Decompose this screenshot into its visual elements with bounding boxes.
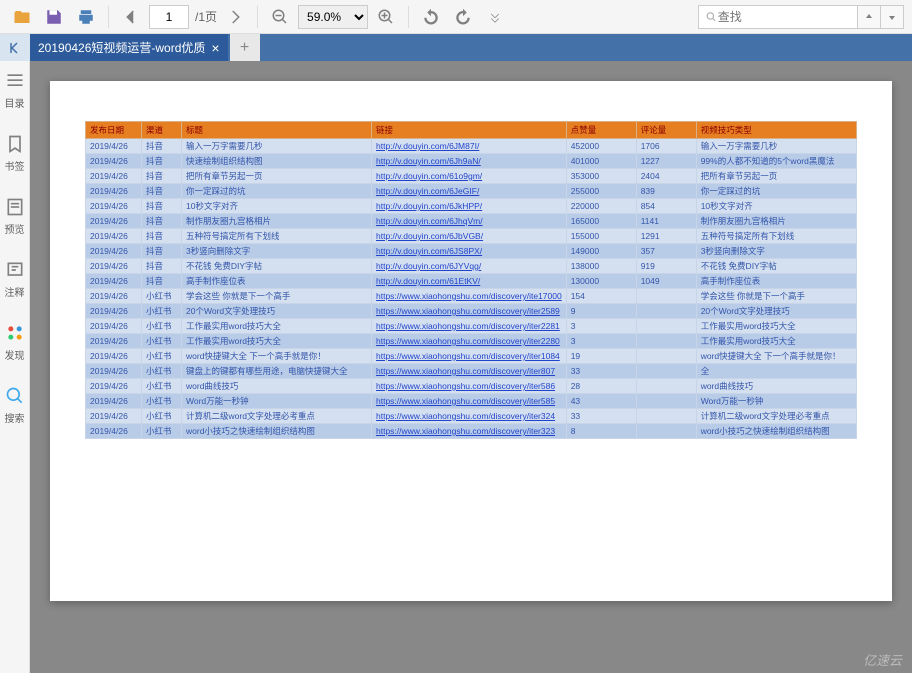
table-row: 2019/4/26小红书学会这些 你就是下一个高手https://www.xia…	[86, 289, 857, 304]
header-comments: 评论量	[636, 122, 696, 139]
grid-icon	[5, 323, 25, 343]
main-toolbar: /1页 59.0%	[0, 0, 912, 34]
table-row: 2019/4/26小红书工作最实用word技巧大全https://www.xia…	[86, 319, 857, 334]
prev-page-button[interactable]	[117, 3, 145, 31]
data-table: 发布日期 渠道 标题 链接 点赞量 评论量 视频技巧类型 2019/4/26抖音…	[85, 121, 857, 439]
sidebar-item-toc[interactable]: 目录	[5, 71, 25, 110]
tab-bar: 20190426短视频运营-word优质 × +	[0, 34, 912, 61]
table-row: 2019/4/26小红书word曲线技巧https://www.xiaohong…	[86, 379, 857, 394]
sidebar-item-label: 发现	[5, 347, 25, 362]
search-icon	[5, 386, 25, 406]
sidebar-item-bookmarks[interactable]: 书签	[5, 134, 25, 173]
table-row: 2019/4/26小红书word快捷键大全 下一个高手就是你！https://w…	[86, 349, 857, 364]
table-row: 2019/4/26小红书Word万能一秒钟https://www.xiaohon…	[86, 394, 857, 409]
header-date: 发布日期	[86, 122, 142, 139]
tab-close-button[interactable]: ×	[211, 40, 219, 56]
table-row: 2019/4/26抖音制作朋友圈九宫格相片http://v.douyin.com…	[86, 214, 857, 229]
find-input[interactable]	[718, 10, 851, 24]
find-next-button[interactable]	[880, 5, 904, 29]
header-likes: 点赞量	[566, 122, 636, 139]
document-page: 发布日期 渠道 标题 链接 点赞量 评论量 视频技巧类型 2019/4/26抖音…	[50, 81, 892, 601]
tab-label: 20190426短视频运营-word优质	[38, 39, 205, 56]
document-tab[interactable]: 20190426短视频运营-word优质 ×	[30, 34, 228, 61]
document-viewport[interactable]: 发布日期 渠道 标题 链接 点赞量 评论量 视频技巧类型 2019/4/26抖音…	[30, 61, 912, 673]
table-row: 2019/4/26抖音快速绘制组织结构图http://v.douyin.com/…	[86, 154, 857, 169]
table-row: 2019/4/26抖音五种符号搞定所有下划线http://v.douyin.co…	[86, 229, 857, 244]
sidebar-item-annotations[interactable]: 注释	[5, 260, 25, 299]
list-icon	[5, 71, 25, 91]
zoom-out-button[interactable]	[266, 3, 294, 31]
annotation-icon	[5, 260, 25, 280]
left-sidebar: 目录 书签 预览 注释 发现 搜索	[0, 61, 30, 673]
table-row: 2019/4/26抖音输入一万字需要几秒http://v.douyin.com/…	[86, 139, 857, 154]
print-button[interactable]	[72, 3, 100, 31]
sidebar-item-label: 注释	[5, 284, 25, 299]
next-page-button[interactable]	[221, 3, 249, 31]
sidebar-item-label: 目录	[5, 95, 25, 110]
more-button[interactable]	[481, 3, 509, 31]
table-row: 2019/4/26小红书计算机二级word文字处理必考重点https://www…	[86, 409, 857, 424]
watermark: 亿速云	[863, 650, 902, 669]
sidebar-item-discover[interactable]: 发现	[5, 323, 25, 362]
table-row: 2019/4/26抖音高手制作座位表http://v.douyin.com/61…	[86, 274, 857, 289]
table-row: 2019/4/26小红书word小技巧之快速绘制组织结构图https://www…	[86, 424, 857, 439]
header-channel: 渠道	[142, 122, 182, 139]
zoom-in-button[interactable]	[372, 3, 400, 31]
page-number-input[interactable]	[149, 5, 189, 29]
rotate-right-button[interactable]	[449, 3, 477, 31]
sidebar-item-search[interactable]: 搜索	[5, 386, 25, 425]
table-row: 2019/4/26抖音10秒文字对齐http://v.douyin.com/6J…	[86, 199, 857, 214]
sidebar-item-label: 搜索	[5, 410, 25, 425]
sidebar-item-label: 书签	[5, 158, 25, 173]
table-row: 2019/4/26抖音3秒竖向删除文字http://v.douyin.com/6…	[86, 244, 857, 259]
table-row: 2019/4/26抖音把所有章节另起一页http://v.douyin.com/…	[86, 169, 857, 184]
table-row: 2019/4/26抖音不花钱 免费DIY字帖http://v.douyin.co…	[86, 259, 857, 274]
table-row: 2019/4/26小红书工作最实用word技巧大全https://www.xia…	[86, 334, 857, 349]
find-input-container[interactable]	[698, 5, 858, 29]
table-row: 2019/4/26小红书键盘上的键都有哪些用途，电脑快捷键大全https://w…	[86, 364, 857, 379]
table-row: 2019/4/26小红书20个Word文字处理技巧https://www.xia…	[86, 304, 857, 319]
sidebar-item-label: 预览	[5, 221, 25, 236]
table-header-row: 发布日期 渠道 标题 链接 点赞量 评论量 视频技巧类型	[86, 122, 857, 139]
new-tab-button[interactable]: +	[230, 34, 260, 61]
collapse-sidebar-button[interactable]	[0, 34, 30, 61]
preview-icon	[5, 197, 25, 217]
table-row: 2019/4/26抖音你一定踩过的坑http://v.douyin.com/6J…	[86, 184, 857, 199]
save-button[interactable]	[40, 3, 68, 31]
find-prev-button[interactable]	[857, 5, 881, 29]
bookmark-icon	[5, 134, 25, 154]
header-link: 链接	[372, 122, 567, 139]
rotate-left-button[interactable]	[417, 3, 445, 31]
open-file-button[interactable]	[8, 3, 36, 31]
sidebar-item-preview[interactable]: 预览	[5, 197, 25, 236]
zoom-select[interactable]: 59.0%	[298, 5, 368, 29]
header-type: 视频技巧类型	[696, 122, 856, 139]
page-total-label: /1页	[195, 8, 217, 25]
header-title: 标题	[182, 122, 372, 139]
